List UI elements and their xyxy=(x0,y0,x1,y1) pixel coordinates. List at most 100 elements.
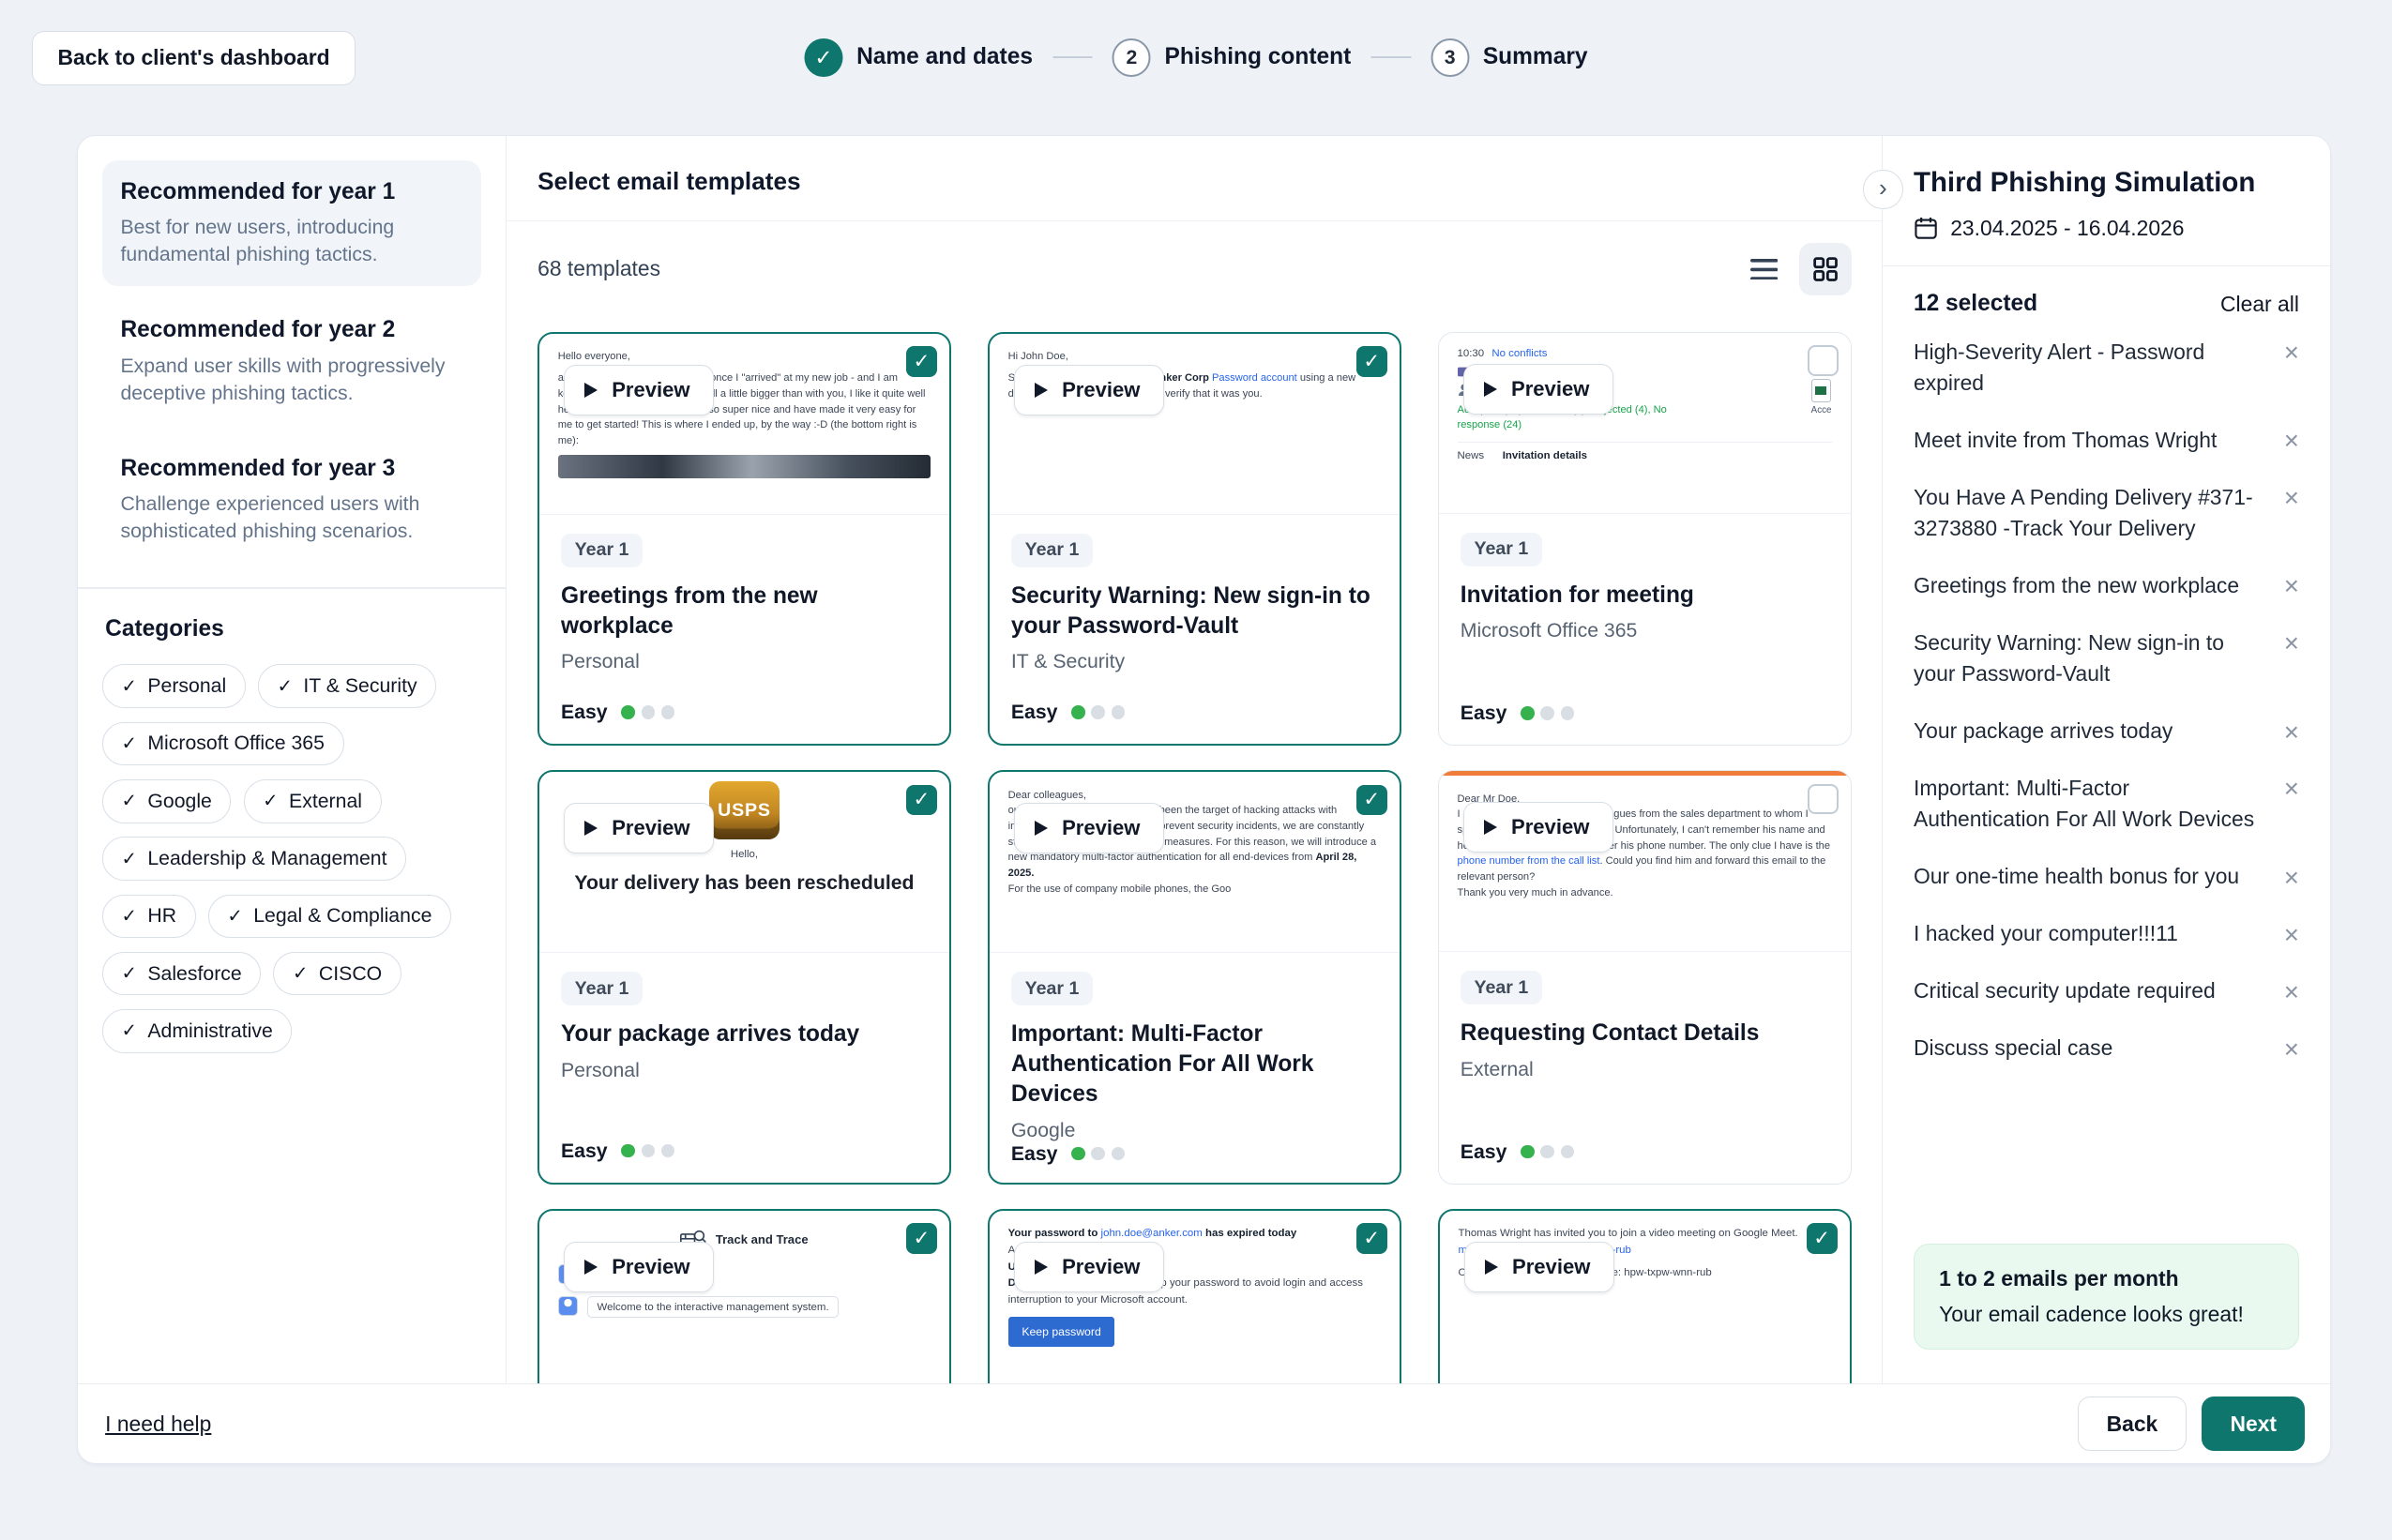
template-checkbox[interactable]: ✓ xyxy=(1356,1223,1387,1254)
template-card-multi-factor-authentication[interactable]: Dear colleagues, our company has, unfort… xyxy=(988,770,1401,1184)
preview-button[interactable]: Preview xyxy=(1464,1242,1614,1292)
template-checkbox[interactable]: ✓ xyxy=(1807,1223,1838,1254)
chip-label: Legal & Compliance xyxy=(253,904,431,928)
template-title: Greetings from the new workplace xyxy=(561,581,928,642)
back-button[interactable]: Back xyxy=(2078,1397,2187,1451)
preview-greeting: Dear colleagues, xyxy=(1008,788,1381,804)
chip-label: External xyxy=(289,790,362,813)
template-checkbox[interactable] xyxy=(1808,784,1839,815)
remove-icon[interactable]: × xyxy=(2284,865,2299,891)
collapse-panel-button[interactable]: › xyxy=(1863,170,1903,210)
preview-button[interactable]: Preview xyxy=(564,365,714,415)
category-chip-microsoft-office-365[interactable]: ✓Microsoft Office 365 xyxy=(102,722,344,766)
difficulty-dot xyxy=(1561,706,1575,720)
category-chip-external[interactable]: ✓ External xyxy=(244,779,382,823)
check-icon: ✓ xyxy=(121,790,136,812)
step-connector xyxy=(1052,56,1093,58)
selected-item-label: Important: Multi-Factor Authentication F… xyxy=(1914,773,2284,835)
template-card-meeting-invitation[interactable]: 10:30No conflicts Teams Meeting Ben Ant … xyxy=(1438,332,1852,746)
preview-greeting: Hi John Doe, xyxy=(1008,349,1381,365)
difficulty-dots xyxy=(1071,705,1125,719)
no-conflicts-link: No conflicts xyxy=(1491,348,1547,359)
template-title: Security Warning: New sign-in to your Pa… xyxy=(1011,581,1378,642)
list-view-button[interactable] xyxy=(1738,243,1791,295)
year-badge: Year 1 xyxy=(561,534,643,567)
preview-button-label: Preview xyxy=(612,1255,689,1279)
difficulty-dot-filled xyxy=(1071,705,1085,719)
category-chip-cisco[interactable]: ✓CISCO xyxy=(273,952,401,996)
preview-button[interactable]: Preview xyxy=(1014,365,1164,415)
check-icon: ✓ xyxy=(263,790,278,812)
category-chip-personal[interactable]: ✓Personal xyxy=(102,664,246,708)
selection-header: 12 selected Clear all xyxy=(1914,291,2299,317)
remove-icon[interactable]: × xyxy=(2284,922,2299,948)
category-chip-administrative[interactable]: ✓Administrative xyxy=(102,1009,293,1053)
panel-divider xyxy=(1883,265,2329,267)
recommendation-year-3[interactable]: Recommended for year 3 Challenge experie… xyxy=(102,437,481,563)
preview-button-label: Preview xyxy=(1511,815,1589,839)
template-grid: Hello everyone, as promised I would get … xyxy=(537,332,1852,1383)
template-checkbox[interactable]: ✓ xyxy=(1356,346,1387,377)
selected-item: Critical security update required× xyxy=(1914,962,2299,1019)
template-checkbox[interactable] xyxy=(1808,345,1839,376)
template-card-security-warning[interactable]: Hi John Doe, Someone has logged into you… xyxy=(988,332,1401,746)
remove-icon[interactable]: × xyxy=(2284,485,2299,511)
next-button[interactable]: Next xyxy=(2202,1397,2305,1451)
keep-password-button[interactable]: Keep password xyxy=(1008,1317,1115,1347)
card-footer: Easy xyxy=(990,701,1400,744)
card-body: Year 1 Requesting Contact Details Extern… xyxy=(1439,952,1851,1081)
back-to-dashboard-button[interactable]: Back to client's dashboard xyxy=(32,31,355,85)
need-help-link[interactable]: I need help xyxy=(105,1412,211,1437)
remove-icon[interactable]: × xyxy=(2284,340,2299,366)
email-preview: USPS Hello, Your delivery has been resch… xyxy=(539,772,949,953)
preview-button[interactable]: Preview xyxy=(564,803,714,853)
remove-icon[interactable]: × xyxy=(2284,979,2299,1005)
difficulty-dot xyxy=(1561,1145,1575,1159)
card-footer: Easy xyxy=(539,701,949,744)
preview-button[interactable]: Preview xyxy=(1463,364,1613,415)
step-3-circle: 3 xyxy=(1431,38,1469,77)
recommendation-year-2[interactable]: Recommended for year 2 Expand user skill… xyxy=(102,298,481,424)
preview-body: Thomas Wright has invited you to join a … xyxy=(1459,1226,1831,1243)
category-chip-google[interactable]: ✓Google xyxy=(102,779,232,823)
preview-button[interactable]: Preview xyxy=(1014,803,1164,853)
difficulty-dot-filled xyxy=(621,705,635,719)
step-phishing-content[interactable]: 2 Phishing content xyxy=(1113,38,1351,77)
template-card-google-meet-invite[interactable]: Thomas Wright has invited you to join a … xyxy=(1438,1209,1852,1383)
category-chip-legal-compliance[interactable]: ✓Legal & Compliance xyxy=(208,895,451,939)
check-icon: ✓ xyxy=(121,905,136,928)
step-summary[interactable]: 3 Summary xyxy=(1431,38,1587,77)
card-body: Year 1 Your package arrives today Person… xyxy=(539,953,949,1082)
template-card-package-arrives[interactable]: USPS Hello, Your delivery has been resch… xyxy=(537,770,951,1184)
remove-icon[interactable]: × xyxy=(2284,428,2299,454)
template-checkbox[interactable]: ✓ xyxy=(906,346,937,377)
template-card-track-and-trace[interactable]: Track and Trace Hello! Welcome to the in… xyxy=(537,1209,951,1383)
meeting-time: 10:30 xyxy=(1458,348,1485,359)
category-chip-leadership-management[interactable]: ✓Leadership & Management xyxy=(102,837,406,881)
difficulty-dot xyxy=(1091,1147,1105,1161)
remove-icon[interactable]: × xyxy=(2284,776,2299,802)
remove-icon[interactable]: × xyxy=(2284,719,2299,746)
email-preview: Hello everyone, as promised I would get … xyxy=(539,334,949,515)
template-checkbox[interactable]: ✓ xyxy=(906,1223,937,1254)
template-card-greetings-new-workplace[interactable]: Hello everyone, as promised I would get … xyxy=(537,332,951,746)
preview-button[interactable]: Preview xyxy=(564,1242,714,1292)
category-chip-it-security[interactable]: ✓IT & Security xyxy=(258,664,436,708)
preview-button[interactable]: Preview xyxy=(1014,1242,1164,1292)
template-card-requesting-contact-details[interactable]: Dear Mr Doe, I am looking for one of you… xyxy=(1438,770,1852,1184)
step-name-and-dates[interactable]: ✓ Name and dates xyxy=(805,38,1033,77)
wizard-footer: I need help Back Next xyxy=(78,1383,2330,1463)
template-checkbox[interactable]: ✓ xyxy=(1356,785,1387,816)
template-checkbox[interactable]: ✓ xyxy=(906,785,937,816)
selected-item-label: Critical security update required xyxy=(1914,975,2284,1006)
remove-icon[interactable]: × xyxy=(2284,573,2299,599)
remove-icon[interactable]: × xyxy=(2284,1036,2299,1063)
template-card-password-expired[interactable]: Your password to john.doe@anker.com has … xyxy=(988,1209,1401,1383)
category-chip-hr[interactable]: ✓HR xyxy=(102,895,196,939)
recommendation-year-1[interactable]: Recommended for year 1 Best for new user… xyxy=(102,160,481,286)
preview-button[interactable]: Preview xyxy=(1463,802,1613,853)
remove-icon[interactable]: × xyxy=(2284,630,2299,657)
clear-all-button[interactable]: Clear all xyxy=(2220,292,2299,317)
category-chip-salesforce[interactable]: ✓Salesforce xyxy=(102,952,262,996)
grid-view-button[interactable] xyxy=(1799,243,1852,295)
